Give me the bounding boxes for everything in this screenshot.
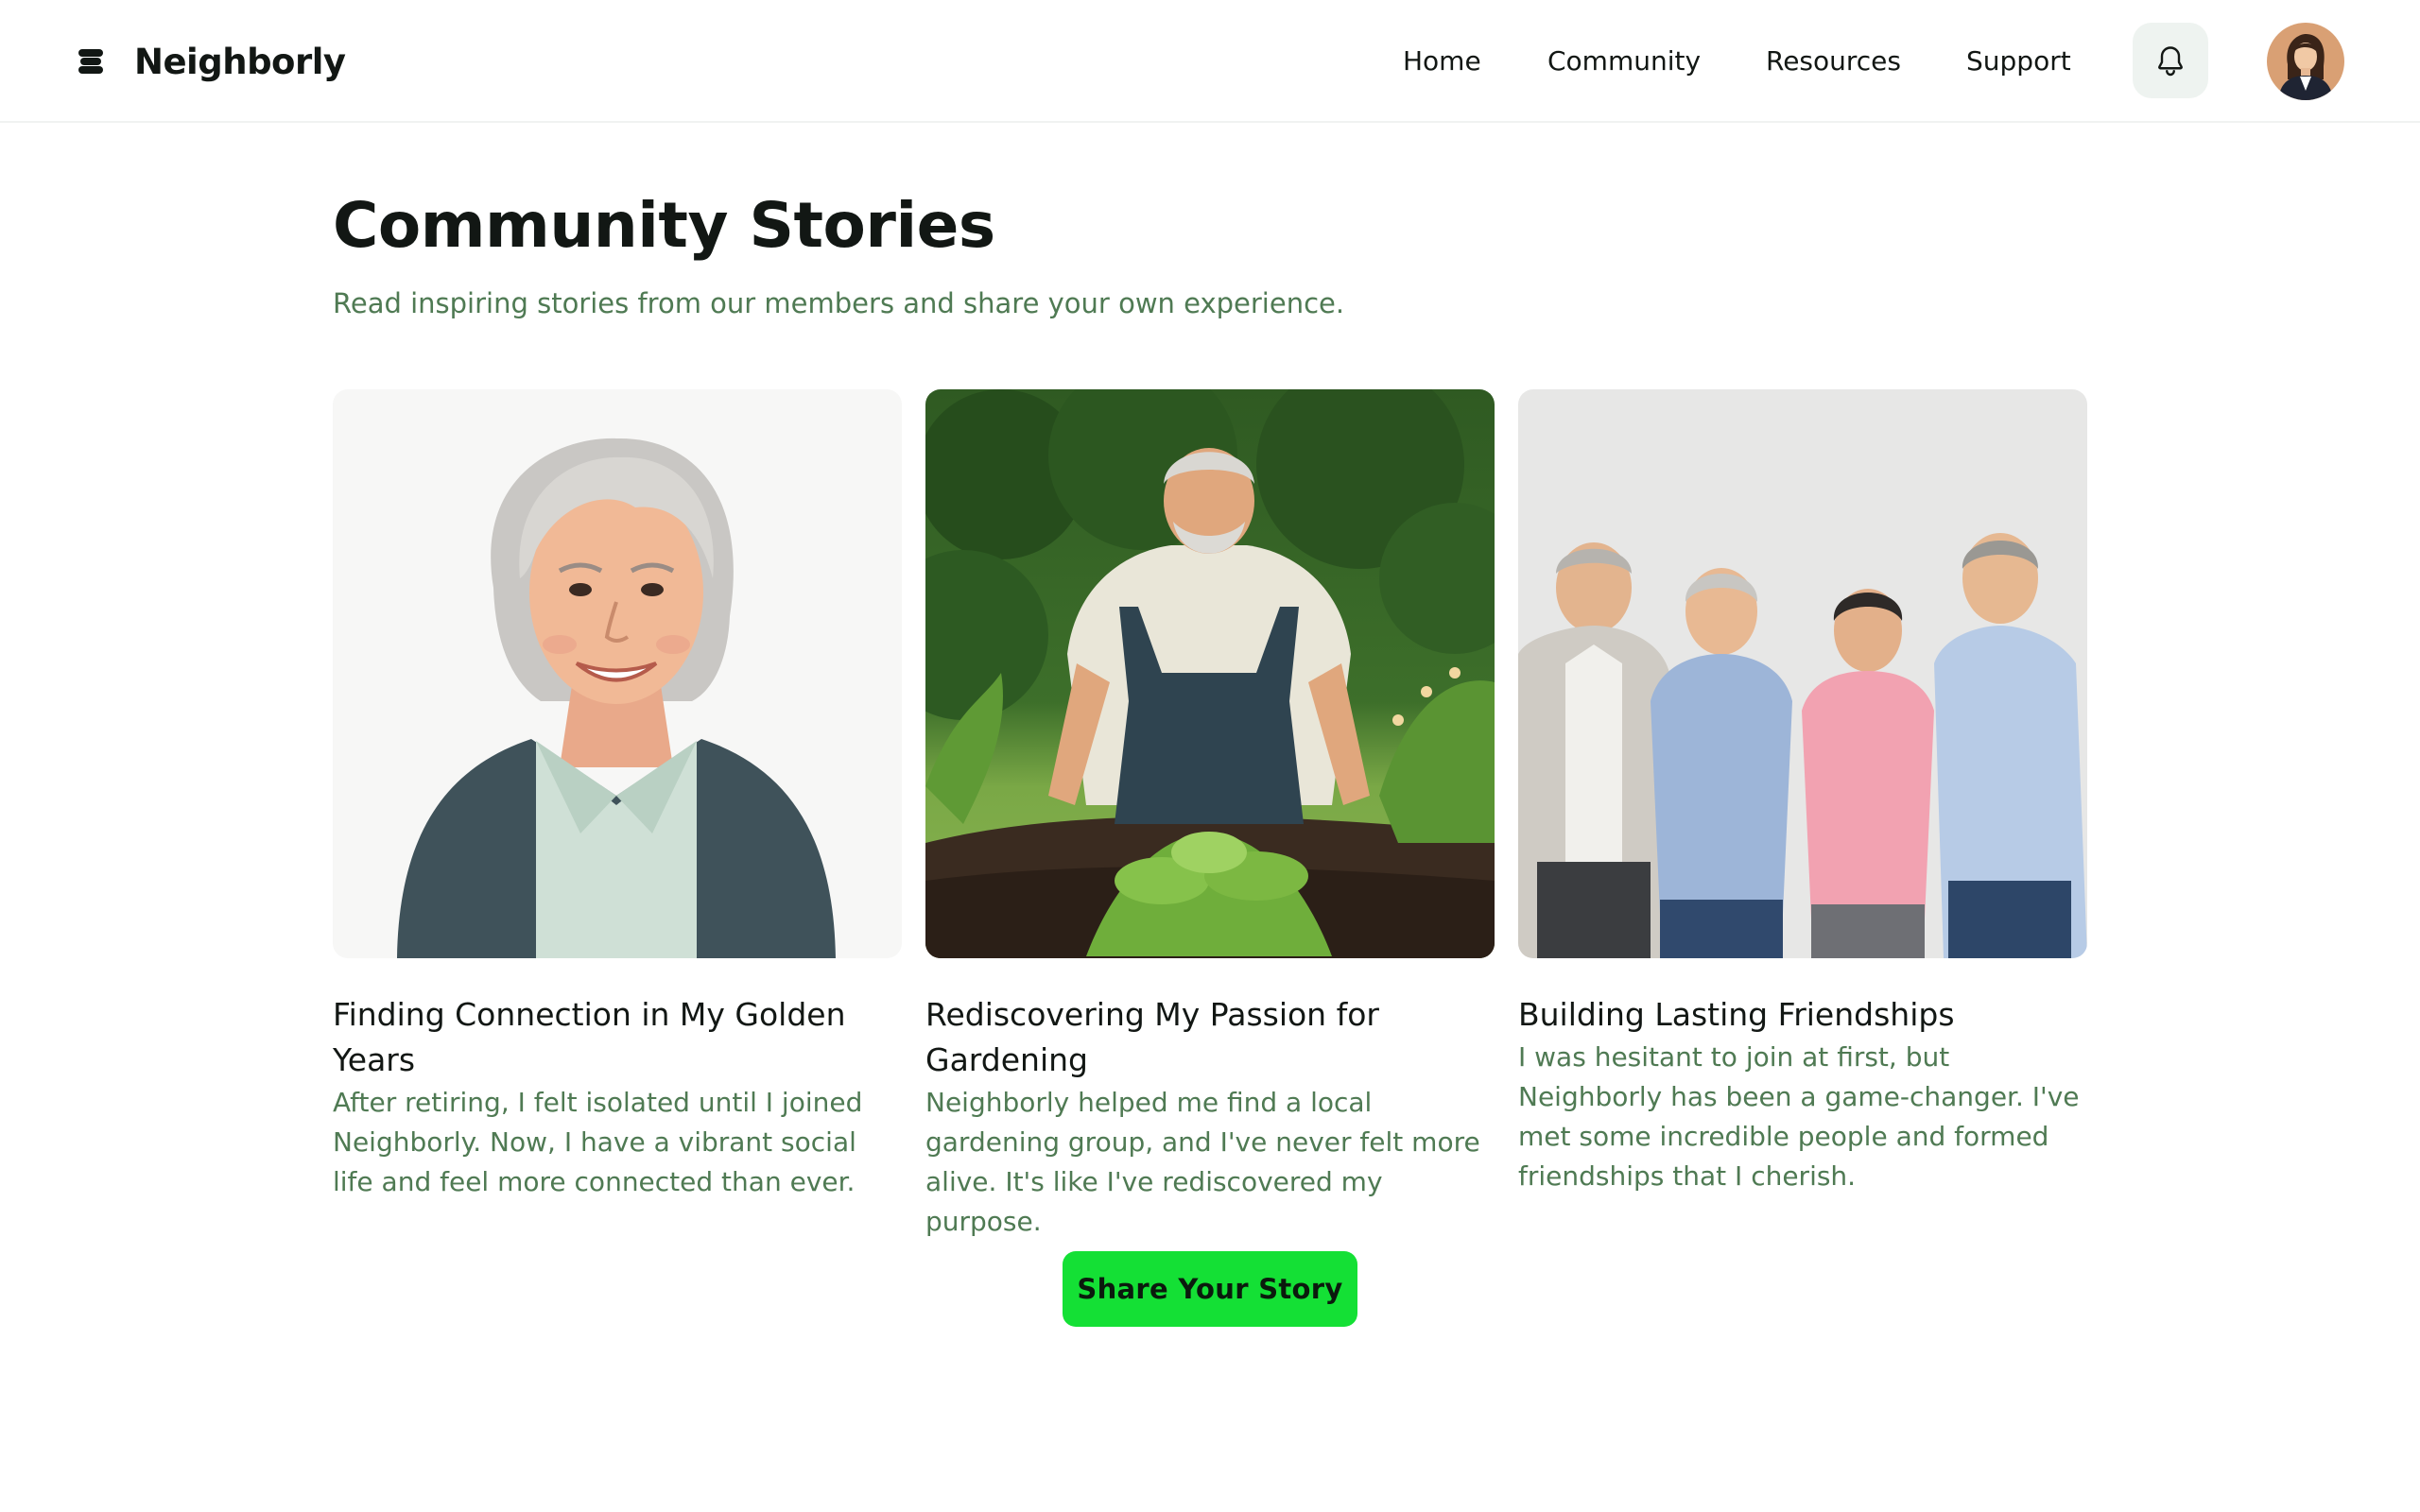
story-card[interactable]: Rediscovering My Passion for Gardening N…: [925, 389, 1495, 1242]
nav-community-link[interactable]: Community: [1547, 42, 1701, 81]
nav-home-link[interactable]: Home: [1403, 42, 1481, 81]
stacked-layers-icon: [78, 49, 103, 74]
brand[interactable]: Neighborly: [76, 38, 346, 85]
page-subtitle: Read inspiring stories from our members …: [333, 287, 1345, 319]
nav-support-link[interactable]: Support: [1966, 42, 2071, 81]
page-title: Community Stories: [333, 189, 995, 262]
nav-resources-link[interactable]: Resources: [1766, 42, 1901, 81]
bell-icon: [2158, 46, 2183, 77]
notifications-button[interactable]: [2133, 23, 2208, 98]
share-your-story-button[interactable]: Share Your Story: [1063, 1251, 1357, 1327]
story-title: Finding Connection in My Golden Years: [333, 996, 846, 1078]
story-excerpt: Neighborly helped me find a local garden…: [925, 1087, 1480, 1237]
man-gardening-image: [925, 389, 1495, 958]
story-card[interactable]: Finding Connection in My Golden Years Af…: [333, 389, 902, 1202]
group-of-friends-image: [1518, 389, 2087, 958]
story-card[interactable]: Building Lasting Friendships I was hesit…: [1518, 389, 2087, 1196]
user-avatar[interactable]: [2267, 23, 2344, 100]
story-title: Rediscovering My Passion for Gardening: [925, 996, 1379, 1078]
top-navigation-bar: Neighborly Home Community Resources Supp…: [0, 0, 2420, 123]
app-name: Neighborly: [134, 41, 346, 82]
story-title: Building Lasting Friendships: [1518, 996, 1955, 1033]
user-avatar-icon: [2267, 23, 2344, 100]
elderly-woman-portrait-image: [333, 389, 902, 958]
story-excerpt: I was hesitant to join at first, but Nei…: [1518, 1041, 2080, 1192]
story-excerpt: After retiring, I felt isolated until I …: [333, 1087, 863, 1197]
